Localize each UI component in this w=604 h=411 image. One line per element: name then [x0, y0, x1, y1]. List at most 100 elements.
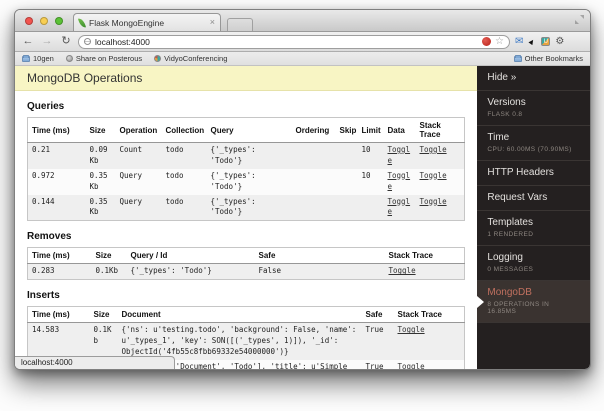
- new-tab-button[interactable]: [227, 18, 253, 31]
- table-cell: [292, 169, 336, 195]
- table-cell: True: [365, 361, 384, 370]
- section-heading-removes: Removes: [27, 231, 72, 243]
- table-cell: {'_types': 'Todo'}: [210, 170, 256, 191]
- status-bar: localhost:4000: [15, 356, 175, 369]
- table-cell: 0.35Kb: [89, 170, 108, 191]
- column-header: Stack Trace: [384, 247, 465, 265]
- toggle-link[interactable]: Toggle: [388, 145, 411, 165]
- column-header: Query: [206, 117, 292, 143]
- column-header: Safe: [361, 306, 394, 324]
- column-header: Query / Id: [126, 247, 255, 265]
- extension-badge-icon[interactable]: [482, 37, 492, 46]
- url-text[interactable]: localhost:4000: [95, 37, 478, 47]
- close-tab-icon[interactable]: ×: [210, 18, 215, 27]
- browser-toolbar: ← → ↻ localhost:4000 ☆ ✉ ► U ⚙: [15, 32, 590, 52]
- wrench-menu-icon[interactable]: ⚙: [555, 36, 564, 47]
- sidebar-item-sub: 1 rendered: [487, 231, 534, 238]
- sidebar-item-sub: 0 messages: [487, 266, 534, 273]
- active-item-arrow-icon: [477, 295, 485, 308]
- toggle-link[interactable]: Toggle: [398, 325, 425, 334]
- address-bar[interactable]: localhost:4000 ☆: [78, 34, 510, 49]
- other-bookmarks-button[interactable]: Other Bookmarks: [513, 54, 583, 63]
- column-header: Operation: [115, 117, 162, 143]
- sidebar-item-versions[interactable]: Versions Flask 0.8: [477, 91, 590, 126]
- table-cell: todo: [165, 170, 184, 180]
- panel-header: MongoDB Operations: [15, 66, 478, 91]
- column-header: Document: [117, 306, 362, 324]
- toggle-link[interactable]: Toggle: [398, 362, 425, 369]
- sidebar-item-request-vars[interactable]: Request Vars: [477, 186, 590, 211]
- column-header: Time (ms): [27, 117, 86, 143]
- column-header: Skip: [335, 117, 358, 143]
- toggle-link[interactable]: Toggle: [389, 266, 416, 275]
- zoom-window-button[interactable]: [55, 17, 63, 25]
- table-cell: 0.144: [32, 196, 55, 206]
- column-header: Stack Trace: [415, 117, 465, 143]
- table-cell: [336, 143, 358, 169]
- minimize-window-button[interactable]: [40, 17, 48, 25]
- window-titlebar[interactable]: Flask MongoEngine ×: [15, 10, 590, 32]
- resize-icon: [575, 15, 584, 24]
- section-heading-queries: Queries: [27, 101, 65, 112]
- other-bookmarks-label: Other Bookmarks: [524, 54, 583, 63]
- bookmark-vidyoconferencing[interactable]: VidyoConferencing: [154, 54, 227, 63]
- column-header: Size: [91, 247, 127, 265]
- sidebar-item-label: Templates: [487, 217, 533, 228]
- sidebar-item-label: Versions: [487, 97, 526, 108]
- column-header: Time (ms): [27, 247, 92, 265]
- folder-icon: [513, 54, 522, 62]
- column-header: Size: [89, 306, 118, 324]
- toggle-link[interactable]: Toggle: [420, 145, 447, 154]
- column-header: Time (ms): [27, 306, 90, 324]
- table-cell: todo: [165, 196, 184, 206]
- table-cell: 0.09Kb: [89, 145, 108, 165]
- bookmark-star-icon[interactable]: ☆: [495, 36, 504, 47]
- app-extension-icon[interactable]: U: [541, 37, 551, 46]
- table-cell: 10: [361, 145, 371, 154]
- debug-panel-main: MongoDB Operations Queries Time (ms) Size…: [15, 66, 478, 370]
- table-cell: 0.972: [32, 170, 55, 180]
- debug-toolbar-sidebar: Hide » Versions Flask 0.8 Time CPU: 60.00ms…: [477, 66, 590, 369]
- column-header: Data: [383, 117, 416, 143]
- back-button[interactable]: ←: [21, 36, 35, 47]
- mongodb-leaf-favicon: [78, 16, 86, 29]
- vidyo-icon: [154, 55, 162, 62]
- sidebar-item-mongodb[interactable]: MongoDB 8 operations in 16.85ms: [477, 281, 590, 323]
- table-cell: Query: [119, 170, 143, 180]
- table-cell: {'_types': 'Todo'}: [130, 266, 212, 276]
- table-cell: Count: [119, 145, 143, 154]
- hide-label: Hide »: [487, 72, 517, 83]
- forward-button[interactable]: →: [40, 36, 54, 47]
- sidebar-hide-button[interactable]: Hide »: [477, 66, 590, 91]
- toggle-link[interactable]: Toggle: [420, 197, 447, 206]
- table-cell: 0.35Kb: [89, 196, 108, 217]
- browser-tab[interactable]: Flask MongoEngine ×: [73, 13, 221, 31]
- close-window-button[interactable]: [25, 17, 33, 25]
- sidebar-item-http-headers[interactable]: HTTP Headers: [477, 161, 590, 186]
- sidebar-item-label: Time: [487, 132, 510, 143]
- reload-button[interactable]: ↻: [59, 36, 73, 47]
- table-cell: Query: [119, 196, 143, 206]
- pointer-extension-icon[interactable]: ►: [526, 35, 539, 47]
- toggle-cell: Toggle: [384, 195, 416, 221]
- table-row: 0.972 0.35Kb Query todo {'_types': 'Todo'} 10…: [27, 168, 465, 195]
- column-header: Ordering: [291, 117, 336, 143]
- sidebar-item-time[interactable]: Time CPU: 60.00ms (70.90ms): [477, 126, 590, 161]
- column-header: Stack Trace: [393, 306, 465, 324]
- toggle-link[interactable]: Toggle: [388, 197, 411, 217]
- toggle-link[interactable]: Toggle: [388, 171, 411, 191]
- bookmark-share-on-posterous[interactable]: Share on Posterous: [65, 54, 142, 63]
- mail-extension-icon[interactable]: ✉: [515, 36, 523, 47]
- window-controls: [25, 17, 63, 25]
- bookmark-10gen[interactable]: 10gen: [22, 54, 54, 63]
- sidebar-item-logging[interactable]: Logging 0 messages: [477, 246, 590, 281]
- desktop-background: Flask MongoEngine × ← → ↻ localhost:4000…: [0, 0, 604, 411]
- sidebar-item-label: Logging: [487, 252, 523, 263]
- table-cell: [336, 195, 358, 221]
- removes-table: Time (ms) Size Query / Id Safe Stack Trace 0.…: [27, 247, 466, 281]
- table-cell: 0.1Kb: [95, 266, 119, 276]
- toggle-link[interactable]: Toggle: [420, 171, 447, 180]
- toggle-cell: Toggle: [385, 264, 465, 280]
- table-cell: 0.283: [32, 266, 55, 276]
- sidebar-item-templates[interactable]: Templates 1 rendered: [477, 211, 590, 246]
